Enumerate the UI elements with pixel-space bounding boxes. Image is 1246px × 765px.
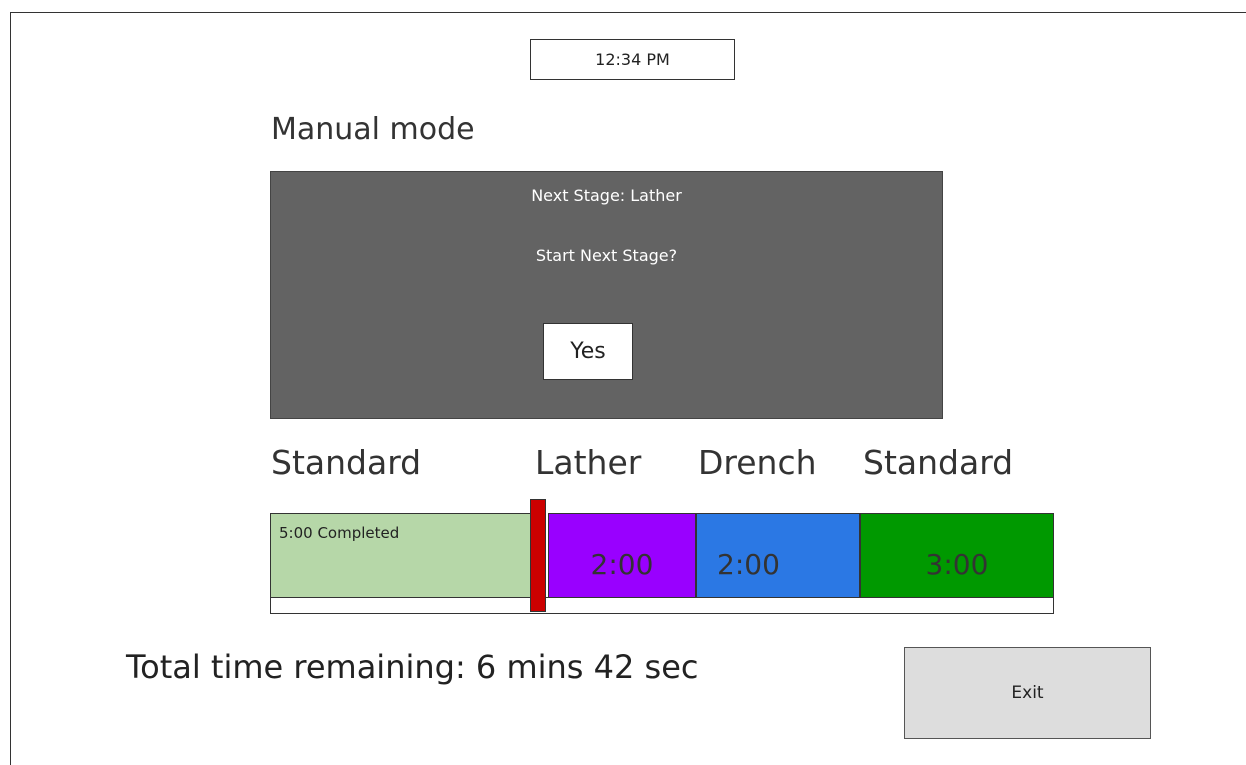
total-time-remaining: Total time remaining: 6 mins 42 sec	[126, 648, 699, 686]
segment-drench: 2:00	[696, 513, 860, 598]
stage-label-standard-2: Standard	[863, 443, 1014, 482]
mode-title: Manual mode	[271, 112, 475, 147]
yes-button[interactable]: Yes	[543, 323, 633, 380]
segment-standard-2: 3:00	[860, 513, 1054, 598]
next-stage-text: Next Stage: Lather	[531, 186, 682, 205]
segment-drench-time: 2:00	[717, 548, 780, 581]
clock-display: 12:34 PM	[530, 39, 735, 80]
timeline-track	[270, 597, 1054, 614]
stage-label-lather: Lather	[535, 443, 642, 482]
segment-completed-label: 5:00 Completed	[279, 524, 400, 542]
stage-label-drench: Drench	[698, 443, 817, 482]
stage-label-standard-1: Standard	[271, 443, 422, 482]
start-next-stage-prompt: Start Next Stage?	[535, 246, 678, 265]
exit-button[interactable]: Exit	[904, 647, 1151, 739]
segment-standard-completed: 5:00 Completed	[270, 513, 532, 598]
segment-standard-2-time: 3:00	[925, 548, 989, 581]
stage-timeline: 5:00 Completed 2:00 2:00 3:00	[270, 499, 1054, 614]
segment-lather: 2:00	[548, 513, 696, 598]
next-stage-dialog: Next Stage: Lather Start Next Stage? Yes	[270, 171, 943, 419]
progress-marker	[530, 499, 546, 612]
clock-time: 12:34 PM	[595, 50, 670, 69]
segment-lather-time: 2:00	[590, 548, 654, 581]
